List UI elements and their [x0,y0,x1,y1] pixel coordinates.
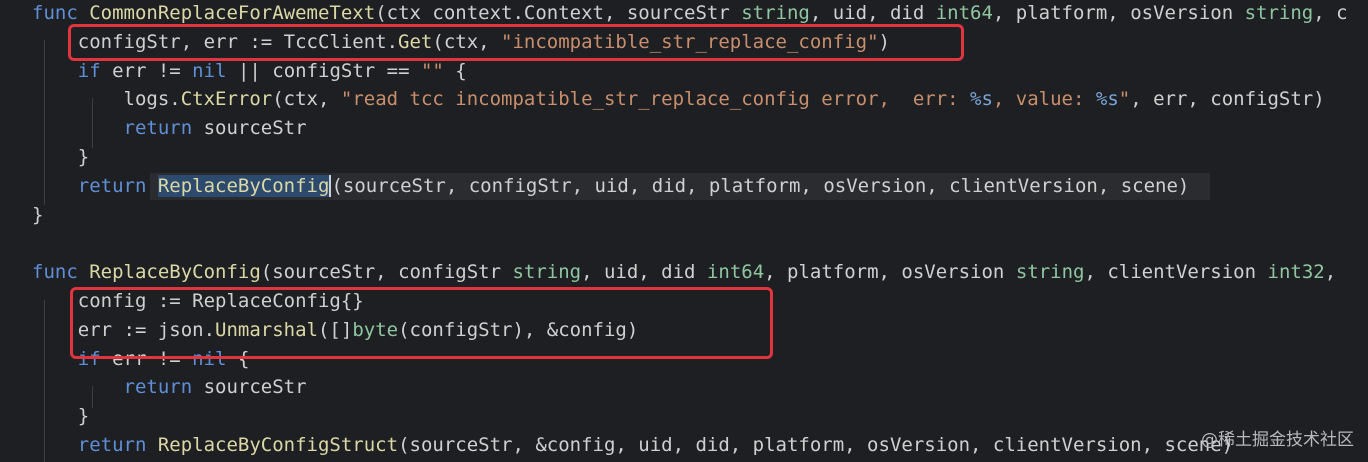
code-line: return sourceStr [0,373,1368,402]
code-token: , value: [992,88,1096,111]
code-token: "" [420,59,444,82]
code-line: return sourceStr [0,114,1368,143]
code-token: (sourceStr, &config, uid, did, platform,… [398,434,1234,456]
code-token: (ctx, [272,88,341,111]
code-token: , platform, osVersion [992,2,1245,24]
code-token: " [1118,88,1131,111]
code-token: return [123,117,204,140]
code-token: ReplaceByConfigStruct [157,434,399,456]
highlight-box-json-unmarshal [70,287,773,359]
code-token: func [32,2,90,24]
watermark: @稀土掘金技术社区 [1201,430,1354,450]
code-line: } [0,201,1368,230]
code-token: (sourceStr, configStr, uid, did, platfor… [331,174,1190,197]
code-token: CommonReplaceForAwemeText [89,2,376,24]
code-token: , clientVersion [1084,261,1268,284]
code-token: "read tcc incompatible_str_replace_confi… [340,88,971,111]
code-token: sourceStr [203,376,307,399]
code-token: string [741,2,810,24]
code-token: CtxError [180,88,273,111]
code-token: string [1015,261,1085,284]
code-token: (sourceStr, configStr [260,261,513,284]
code-token: , c [1313,2,1348,24]
code-token: , platform, osVersion [764,261,1016,284]
code-token: int32 [1267,261,1325,284]
code-line: return ReplaceByConfig (sourceStr, config… [0,172,1368,201]
highlight-box-tcc-get [68,24,964,61]
code-token: } [32,203,44,226]
code-token: err != [112,59,193,82]
code-token: int64 [706,261,765,284]
code-line: return ReplaceByConfigStruct(sourceStr, … [0,431,1368,460]
code-token: return [77,174,158,197]
code-token: ReplaceByConfig [157,174,330,197]
code-token: , uid, did [809,2,936,24]
code-token: || configStr == [226,59,421,82]
code-token: ReplaceByConfig [89,261,261,284]
code-token: } [32,405,90,428]
code-token: int64 [935,2,993,24]
code-token: sourceStr [203,117,307,140]
code-token: return [123,376,204,399]
code-token: , err, configStr) [1130,88,1325,111]
code-token: if [77,59,113,82]
code-line: } [0,143,1368,172]
code-line: func ReplaceByConfig(sourceStr, configSt… [0,258,1368,287]
code-token: string [512,261,582,284]
code-token: (ctx context.Context, sourceStr [375,2,742,24]
code-token: , [1324,261,1337,284]
code-token: } [32,146,90,168]
code-line: logs.CtxError(ctx, "read tcc incompatibl… [0,85,1368,114]
code-token: { [443,59,467,82]
code-token: %s [1095,88,1119,111]
code-line: } [0,402,1368,431]
code-editor[interactable]: func CommonReplaceForAwemeText(ctx conte… [0,0,1368,462]
code-token: func [32,261,90,284]
code-token: , uid, did [581,261,707,284]
code-token: %s [970,88,993,111]
code-token: logs. [32,88,181,111]
code-token: return [77,434,158,456]
code-token: nil [192,59,227,82]
code-token: string [1244,2,1314,24]
